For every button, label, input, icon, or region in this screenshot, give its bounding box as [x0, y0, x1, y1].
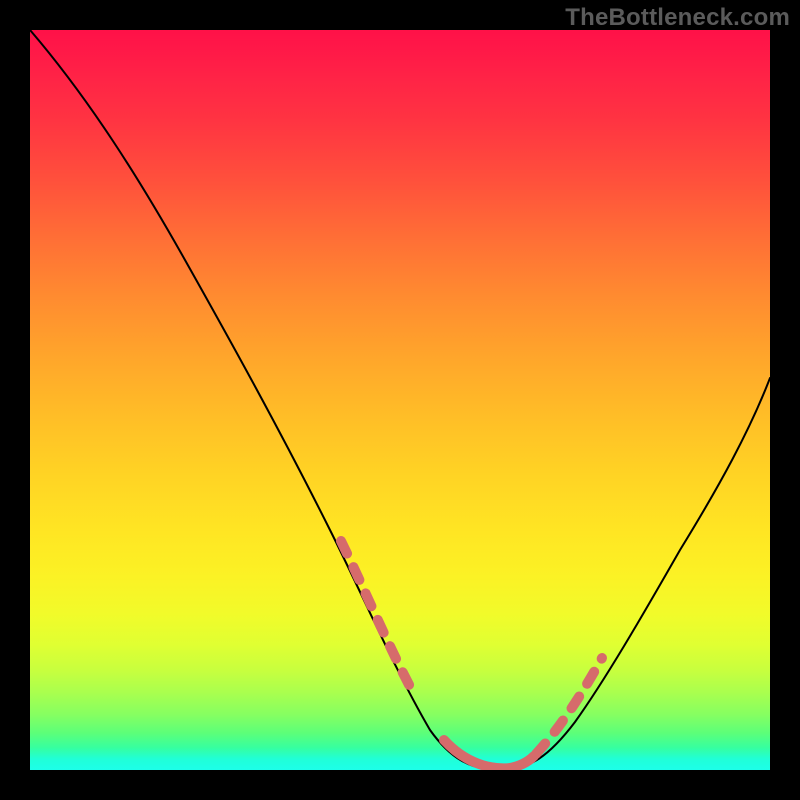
marker-bottom-solid [444, 740, 534, 768]
marker-right-dashes [536, 658, 602, 754]
watermark-text: TheBottleneck.com [565, 4, 790, 32]
marker-left-dashes [341, 541, 415, 696]
chart-frame: TheBottleneck.com [0, 0, 800, 800]
curve-svg [30, 30, 770, 770]
plot-area [30, 30, 770, 770]
